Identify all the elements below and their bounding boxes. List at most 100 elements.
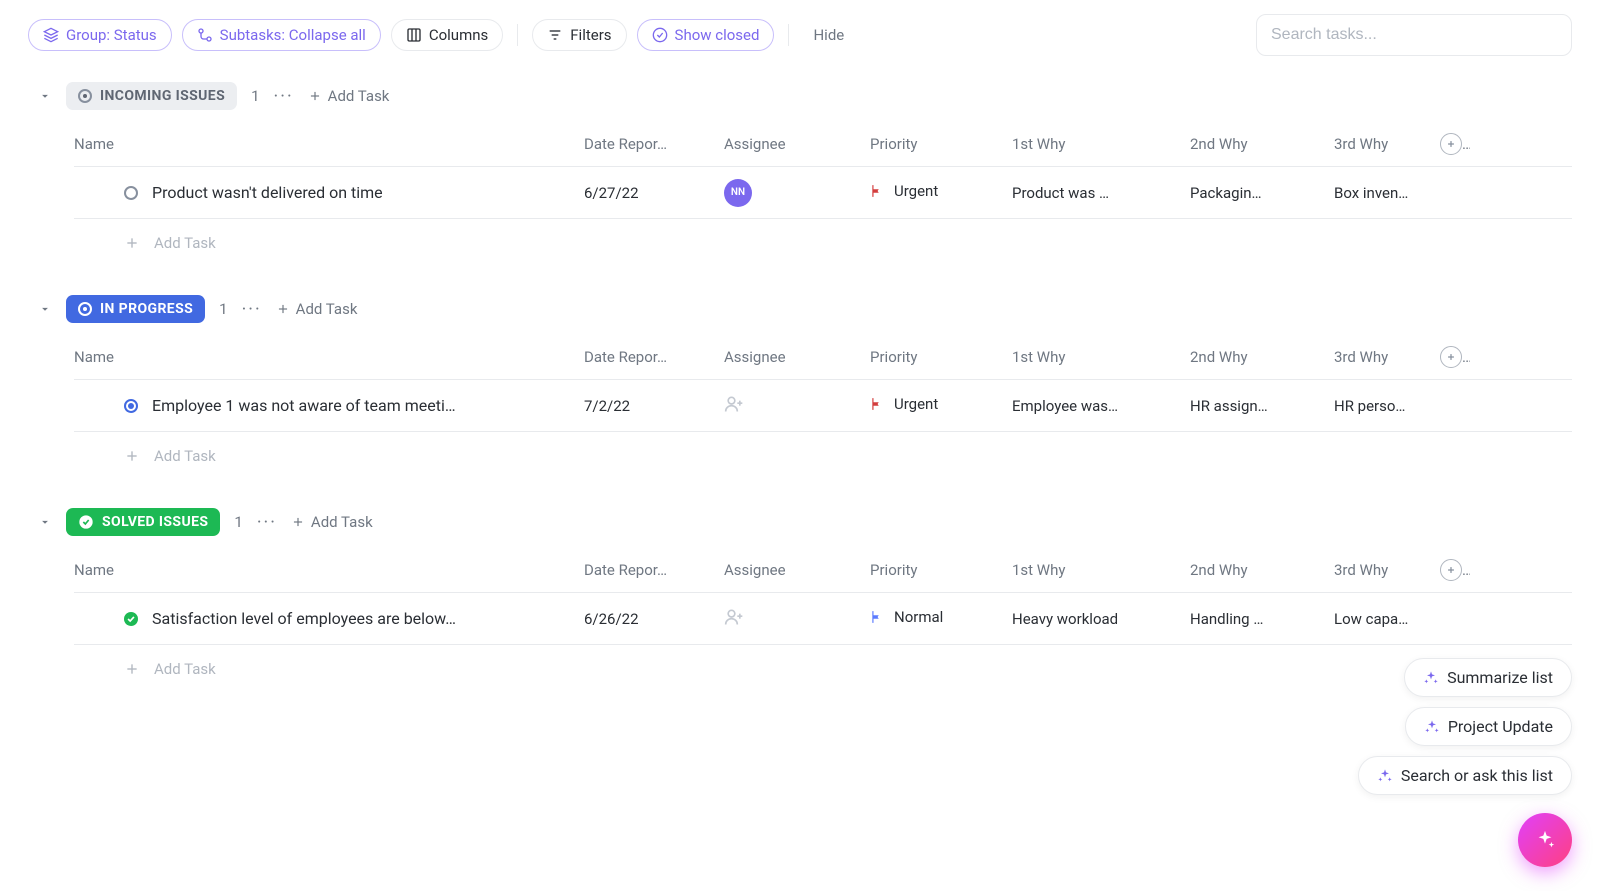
group-by-button[interactable]: Group: Status bbox=[28, 19, 172, 51]
col-why3[interactable]: 3rd Why bbox=[1334, 561, 1440, 579]
status-indicator-icon[interactable] bbox=[124, 399, 138, 413]
flag-icon bbox=[870, 609, 884, 625]
status-chip-incoming[interactable]: INCOMING ISSUES bbox=[66, 82, 237, 110]
plus-icon bbox=[308, 89, 322, 103]
plus-icon bbox=[124, 661, 140, 677]
status-indicator-icon[interactable] bbox=[124, 186, 138, 200]
group-more-icon[interactable]: ··· bbox=[257, 512, 277, 533]
plus-circle-icon bbox=[1440, 559, 1462, 581]
col-why2[interactable]: 2nd Why bbox=[1190, 348, 1334, 366]
task-name[interactable]: Product wasn't delivered on time bbox=[152, 183, 383, 202]
check-circle-icon bbox=[652, 27, 668, 43]
group-more-icon[interactable]: ··· bbox=[242, 299, 262, 320]
status-chip-solved[interactable]: SOLVED ISSUES bbox=[66, 508, 220, 536]
task-why1[interactable]: Product was … bbox=[1012, 184, 1190, 202]
subtasks-button[interactable]: Subtasks: Collapse all bbox=[182, 19, 381, 51]
group-count: 1 bbox=[219, 300, 227, 318]
add-task-row[interactable]: Add Task bbox=[74, 645, 1572, 693]
plus-circle-icon bbox=[1440, 133, 1462, 155]
add-task-row[interactable]: Add Task bbox=[74, 219, 1572, 267]
task-priority[interactable]: Normal bbox=[870, 608, 1012, 629]
search-input[interactable] bbox=[1256, 14, 1572, 56]
task-priority[interactable]: Urgent bbox=[870, 182, 1012, 203]
ai-summarize-button[interactable]: Summarize list bbox=[1404, 658, 1572, 697]
subtasks-icon bbox=[197, 27, 213, 43]
group-incoming: INCOMING ISSUES 1 ··· Add Task Name Date… bbox=[28, 82, 1572, 267]
task-why3[interactable]: Box inven… bbox=[1334, 184, 1440, 202]
col-why3[interactable]: 3rd Why bbox=[1334, 348, 1440, 366]
column-header-row: Name Date Repor… Assignee Priority 1st W… bbox=[74, 122, 1572, 167]
col-date[interactable]: Date Repor… bbox=[584, 135, 724, 153]
sparkle-icon bbox=[1424, 719, 1440, 735]
task-date[interactable]: 7/2/22 bbox=[584, 397, 724, 415]
col-why3[interactable]: 3rd Why bbox=[1334, 135, 1440, 153]
task-name-cell: Employee 1 was not aware of team meeti… bbox=[74, 396, 584, 415]
table-row[interactable]: Employee 1 was not aware of team meeti… … bbox=[74, 380, 1572, 432]
col-assignee[interactable]: Assignee bbox=[724, 348, 870, 366]
status-indicator-icon[interactable] bbox=[124, 612, 138, 626]
status-chip-in-progress[interactable]: IN PROGRESS bbox=[66, 295, 205, 323]
col-assignee[interactable]: Assignee bbox=[724, 561, 870, 579]
status-ring-icon bbox=[78, 89, 92, 103]
filters-button[interactable]: Filters bbox=[532, 19, 626, 51]
ai-search-ask-button[interactable]: Search or ask this list bbox=[1358, 756, 1572, 795]
plus-icon bbox=[124, 448, 140, 464]
ai-project-update-label: Project Update bbox=[1448, 717, 1553, 736]
table-row[interactable]: Satisfaction level of employees are belo… bbox=[74, 593, 1572, 645]
col-why1[interactable]: 1st Why bbox=[1012, 348, 1190, 366]
task-why3[interactable]: Low capa… bbox=[1334, 610, 1440, 628]
table-row[interactable]: Product wasn't delivered on time 6/27/22… bbox=[74, 167, 1572, 219]
col-why2[interactable]: 2nd Why bbox=[1190, 135, 1334, 153]
task-name[interactable]: Employee 1 was not aware of team meeti… bbox=[152, 396, 456, 415]
group-more-icon[interactable]: ··· bbox=[274, 86, 294, 107]
task-priority[interactable]: Urgent bbox=[870, 395, 1012, 416]
group-add-task[interactable]: Add Task bbox=[291, 513, 373, 531]
add-column-button[interactable] bbox=[1440, 559, 1470, 581]
chevron-down-icon[interactable] bbox=[38, 302, 52, 316]
task-why1[interactable]: Employee was… bbox=[1012, 397, 1190, 415]
col-assignee[interactable]: Assignee bbox=[724, 135, 870, 153]
show-closed-button[interactable]: Show closed bbox=[637, 19, 775, 51]
chevron-down-icon[interactable] bbox=[38, 89, 52, 103]
task-date[interactable]: 6/26/22 bbox=[584, 610, 724, 628]
col-date[interactable]: Date Repor… bbox=[584, 561, 724, 579]
task-why2[interactable]: Packagin… bbox=[1190, 184, 1334, 202]
add-task-label: Add Task bbox=[154, 234, 216, 252]
col-priority[interactable]: Priority bbox=[870, 561, 1012, 579]
col-why1[interactable]: 1st Why bbox=[1012, 561, 1190, 579]
task-why2[interactable]: Handling … bbox=[1190, 610, 1334, 628]
col-priority[interactable]: Priority bbox=[870, 348, 1012, 366]
group-add-task[interactable]: Add Task bbox=[276, 300, 358, 318]
task-why1[interactable]: Heavy workload bbox=[1012, 610, 1190, 628]
priority-label: Urgent bbox=[894, 395, 938, 413]
col-priority[interactable]: Priority bbox=[870, 135, 1012, 153]
columns-button[interactable]: Columns bbox=[391, 19, 503, 51]
chevron-down-icon[interactable] bbox=[38, 515, 52, 529]
group-count: 1 bbox=[251, 87, 259, 105]
add-task-row[interactable]: Add Task bbox=[74, 432, 1572, 480]
col-name[interactable]: Name bbox=[74, 561, 584, 579]
task-assignee[interactable] bbox=[724, 607, 870, 631]
col-name[interactable]: Name bbox=[74, 348, 584, 366]
col-why2[interactable]: 2nd Why bbox=[1190, 561, 1334, 579]
col-why1[interactable]: 1st Why bbox=[1012, 135, 1190, 153]
ai-project-update-button[interactable]: Project Update bbox=[1405, 707, 1572, 746]
task-date[interactable]: 6/27/22 bbox=[584, 184, 724, 202]
show-closed-label: Show closed bbox=[675, 26, 760, 44]
hide-button[interactable]: Hide bbox=[803, 20, 854, 50]
flag-icon bbox=[870, 396, 884, 412]
task-why3[interactable]: HR perso… bbox=[1334, 397, 1440, 415]
task-name[interactable]: Satisfaction level of employees are belo… bbox=[152, 609, 456, 628]
priority-label: Normal bbox=[894, 608, 943, 626]
task-assignee[interactable]: NN bbox=[724, 179, 870, 207]
task-assignee[interactable] bbox=[724, 394, 870, 418]
col-name[interactable]: Name bbox=[74, 135, 584, 153]
ai-search-ask-label: Search or ask this list bbox=[1401, 766, 1553, 785]
priority-label: Urgent bbox=[894, 182, 938, 200]
add-column-button[interactable] bbox=[1440, 346, 1470, 368]
col-date[interactable]: Date Repor… bbox=[584, 348, 724, 366]
task-why2[interactable]: HR assign… bbox=[1190, 397, 1334, 415]
ai-fab-button[interactable] bbox=[1518, 813, 1572, 867]
add-column-button[interactable] bbox=[1440, 133, 1470, 155]
group-add-task[interactable]: Add Task bbox=[308, 87, 390, 105]
